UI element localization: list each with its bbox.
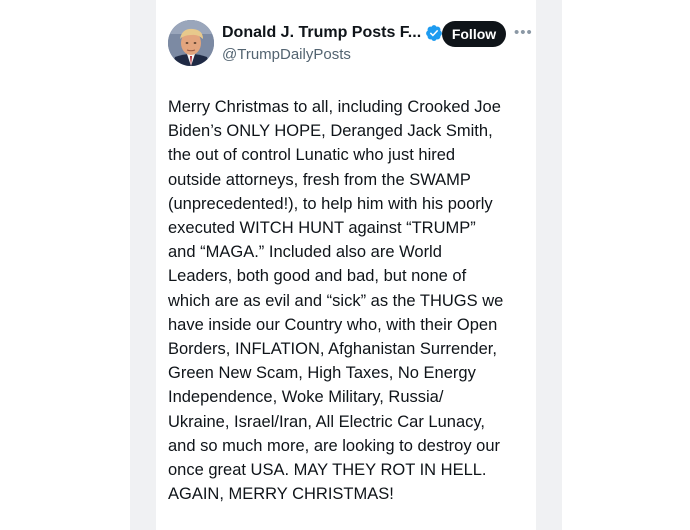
post-text-line: have inside our Country who, with their … — [168, 315, 498, 334]
post-text-line: Borders, INFLATION, Afghanistan Surrende… — [168, 340, 497, 359]
post-text-line: once great USA. MAY THEY ROT IN HELL. — [168, 461, 487, 480]
post-text-line: the out of control Lunatic who just hire… — [168, 146, 456, 165]
follow-button[interactable]: Follow — [442, 21, 506, 47]
post-text-line: Green New Scam, High Taxes, No Energy — [168, 364, 476, 383]
post-text-line: Ukraine, Israel/Iran, All Electric Car L… — [168, 412, 485, 431]
avatar[interactable] — [168, 20, 214, 66]
author-handle[interactable]: @TrumpDailyPosts — [222, 46, 351, 63]
post-text-line: and “MAGA.” Included also are World — [168, 243, 442, 262]
post-text-line: and so much more, are looking to destroy… — [168, 436, 501, 455]
post-text-line: (unprecedented!), to help him with his p… — [168, 194, 493, 213]
profile-photo — [168, 20, 214, 66]
post-text-line: which are as evil and “sick” as the THUG… — [168, 291, 504, 310]
post-text-line: outside attorneys, fresh from the SWAMP — [168, 170, 471, 189]
left-gutter — [130, 0, 156, 530]
post-text-line: Merry Christmas to all, including Crooke… — [168, 98, 501, 116]
more-options-icon[interactable]: ••• — [514, 24, 533, 42]
author-display-name[interactable]: Donald J. Trump Posts F... — [222, 24, 421, 42]
verified-badge-icon — [425, 24, 443, 42]
post-card: Donald J. Trump Posts F... @TrumpDailyPo… — [156, 0, 536, 530]
post-text: Merry Christmas to all, including Crooke… — [168, 95, 530, 506]
post-text-line: Leaders, both good and bad, but none of — [168, 267, 467, 286]
post-text-line: Biden’s ONLY HOPE, Deranged Jack Smith, — [168, 122, 493, 141]
post-text-line: Independence, Woke Military, Russia/ — [168, 388, 444, 407]
author-name-row: Donald J. Trump Posts F... — [222, 24, 443, 42]
right-gutter — [536, 0, 562, 530]
post-text-line: AGAIN, MERRY CHRISTMAS! — [168, 485, 394, 504]
post-text-line: executed WITCH HUNT against “TRUMP” — [168, 219, 476, 238]
